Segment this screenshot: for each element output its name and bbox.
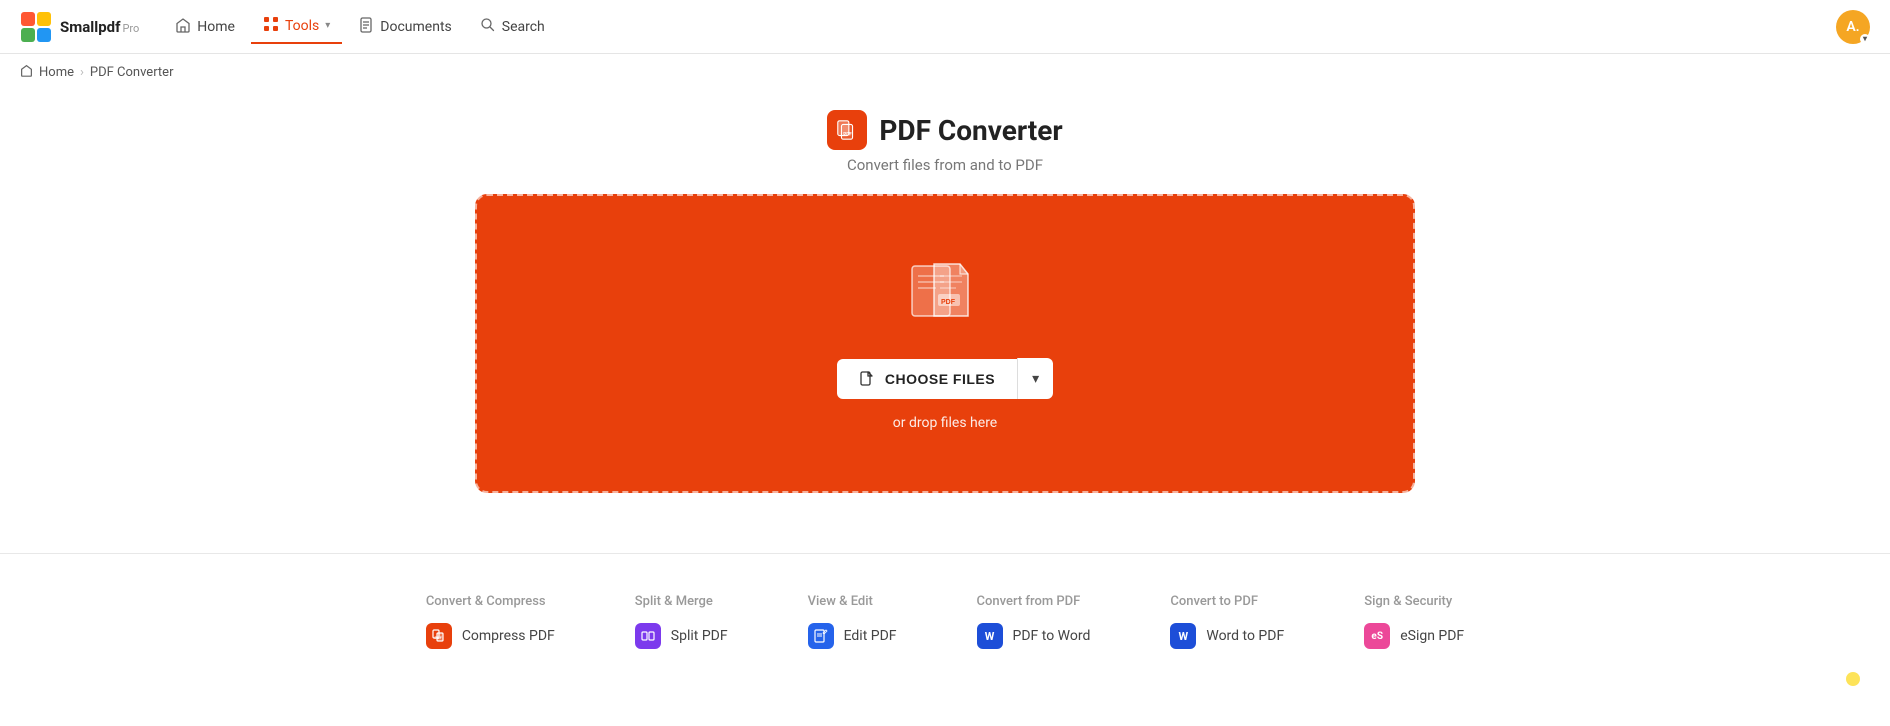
category-view-edit: View & Edit Edit PDF bbox=[808, 594, 897, 649]
category-title-view-edit: View & Edit bbox=[808, 594, 897, 609]
nav-documents[interactable]: Documents bbox=[346, 11, 463, 43]
tools-dropdown-arrow: ▾ bbox=[325, 20, 330, 31]
nav-search[interactable]: Search bbox=[468, 11, 557, 43]
category-split-merge: Split & Merge Split PDF bbox=[635, 594, 728, 649]
compress-pdf-label: Compress PDF bbox=[462, 628, 555, 644]
category-title-convert-to-pdf: Convert to PDF bbox=[1170, 594, 1284, 609]
split-pdf-label: Split PDF bbox=[671, 628, 728, 644]
user-avatar[interactable]: A. bbox=[1836, 10, 1870, 44]
svg-text:PDF: PDF bbox=[941, 299, 956, 306]
category-title-convert-compress: Convert & Compress bbox=[426, 594, 555, 609]
split-pdf-badge bbox=[635, 623, 661, 649]
category-title-split-merge: Split & Merge bbox=[635, 594, 728, 609]
nav-tools[interactable]: Tools ▾ bbox=[251, 10, 342, 44]
section-divider bbox=[0, 553, 1890, 554]
tool-esign-pdf[interactable]: eS eSign PDF bbox=[1364, 623, 1464, 649]
navbar: SmallpdfPro Home Tools ▾ bbox=[0, 0, 1890, 54]
home-icon bbox=[175, 17, 191, 37]
choose-files-row: CHOOSE FILES ▾ bbox=[837, 358, 1053, 399]
page-header-top: PDF PDF Converter bbox=[827, 110, 1062, 150]
tool-list-sign-security: eS eSign PDF bbox=[1364, 623, 1464, 649]
split-icon bbox=[641, 629, 655, 643]
edit-icon bbox=[814, 629, 828, 643]
tool-split-pdf[interactable]: Split PDF bbox=[635, 623, 728, 649]
nav-items: Home Tools ▾ Documents S bbox=[163, 10, 1836, 44]
drop-text: or drop files here bbox=[893, 415, 997, 431]
esign-pdf-label: eSign PDF bbox=[1400, 628, 1464, 644]
edit-pdf-badge bbox=[808, 623, 834, 649]
breadcrumb-current: PDF Converter bbox=[90, 65, 174, 80]
tool-list-convert-from-pdf: W PDF to Word bbox=[977, 623, 1091, 649]
page-header: PDF PDF Converter Convert files from and… bbox=[827, 110, 1062, 174]
breadcrumb: Home › PDF Converter bbox=[0, 54, 1890, 90]
pdf-to-word-label: PDF to Word bbox=[1013, 628, 1091, 644]
tool-list-convert-to-pdf: W Word to PDF bbox=[1170, 623, 1284, 649]
dropdown-arrow-icon: ▾ bbox=[1032, 370, 1039, 386]
tools-grid-icon bbox=[263, 16, 279, 36]
tool-list-split-merge: Split PDF bbox=[635, 623, 728, 649]
nav-documents-label: Documents bbox=[380, 19, 451, 35]
breadcrumb-separator: › bbox=[80, 65, 84, 80]
nav-search-label: Search bbox=[502, 19, 545, 35]
page-subtitle: Convert files from and to PDF bbox=[847, 156, 1043, 174]
drop-zone[interactable]: PDF CHOOSE FILES ▾ or drop files her bbox=[475, 194, 1415, 493]
bottom-tools: Convert & Compress PDF Compress PDF Spli… bbox=[0, 584, 1890, 659]
file-icon bbox=[859, 371, 875, 387]
category-convert-to-pdf: Convert to PDF W Word to PDF bbox=[1170, 594, 1284, 649]
choose-files-button[interactable]: CHOOSE FILES bbox=[837, 359, 1017, 399]
breadcrumb-home-link[interactable]: Home bbox=[39, 65, 74, 80]
logo-text: SmallpdfPro bbox=[60, 17, 139, 36]
tool-icon: PDF bbox=[835, 118, 859, 142]
tool-compress-pdf[interactable]: PDF Compress PDF bbox=[426, 623, 555, 649]
nav-tools-label: Tools bbox=[285, 18, 319, 34]
avatar-letter: A. bbox=[1846, 19, 1859, 35]
tool-word-to-pdf[interactable]: W Word to PDF bbox=[1170, 623, 1284, 649]
main-content: PDF PDF Converter Convert files from and… bbox=[0, 90, 1890, 523]
tool-list-convert-compress: PDF Compress PDF bbox=[426, 623, 555, 649]
drop-zone-illustration: PDF bbox=[900, 256, 990, 330]
category-sign-security: Sign & Security eS eSign PDF bbox=[1364, 594, 1464, 649]
tool-icon-box: PDF bbox=[827, 110, 867, 150]
search-icon bbox=[480, 17, 496, 37]
breadcrumb-home-icon bbox=[20, 64, 33, 80]
tool-pdf-to-word[interactable]: W PDF to Word bbox=[977, 623, 1091, 649]
category-convert-compress: Convert & Compress PDF Compress PDF bbox=[426, 594, 555, 649]
nav-home[interactable]: Home bbox=[163, 11, 247, 43]
page-title: PDF Converter bbox=[879, 114, 1062, 147]
logo-icon bbox=[20, 11, 52, 43]
documents-icon bbox=[358, 17, 374, 37]
word-to-pdf-label: Word to PDF bbox=[1206, 628, 1284, 644]
nav-home-label: Home bbox=[197, 19, 235, 35]
category-convert-from-pdf: Convert from PDF W PDF to Word bbox=[977, 594, 1091, 649]
tool-edit-pdf[interactable]: Edit PDF bbox=[808, 623, 897, 649]
cursor-indicator bbox=[1846, 672, 1860, 686]
category-title-convert-from-pdf: Convert from PDF bbox=[977, 594, 1091, 609]
edit-pdf-label: Edit PDF bbox=[844, 628, 897, 644]
avatar-dropdown bbox=[1860, 34, 1870, 44]
choose-files-label: CHOOSE FILES bbox=[885, 371, 995, 387]
tools-grid: Convert & Compress PDF Compress PDF Spli… bbox=[60, 584, 1830, 659]
compress-icon: PDF bbox=[432, 629, 446, 643]
svg-text:PDF: PDF bbox=[434, 635, 442, 640]
compress-pdf-badge: PDF bbox=[426, 623, 452, 649]
choose-files-dropdown[interactable]: ▾ bbox=[1017, 358, 1053, 399]
tool-list-view-edit: Edit PDF bbox=[808, 623, 897, 649]
svg-text:PDF: PDF bbox=[844, 132, 853, 138]
esign-pdf-badge: eS bbox=[1364, 623, 1390, 649]
word-to-pdf-badge: W bbox=[1170, 623, 1196, 649]
category-title-sign-security: Sign & Security bbox=[1364, 594, 1464, 609]
pdf-to-word-badge: W bbox=[977, 623, 1003, 649]
logo[interactable]: SmallpdfPro bbox=[20, 11, 139, 43]
